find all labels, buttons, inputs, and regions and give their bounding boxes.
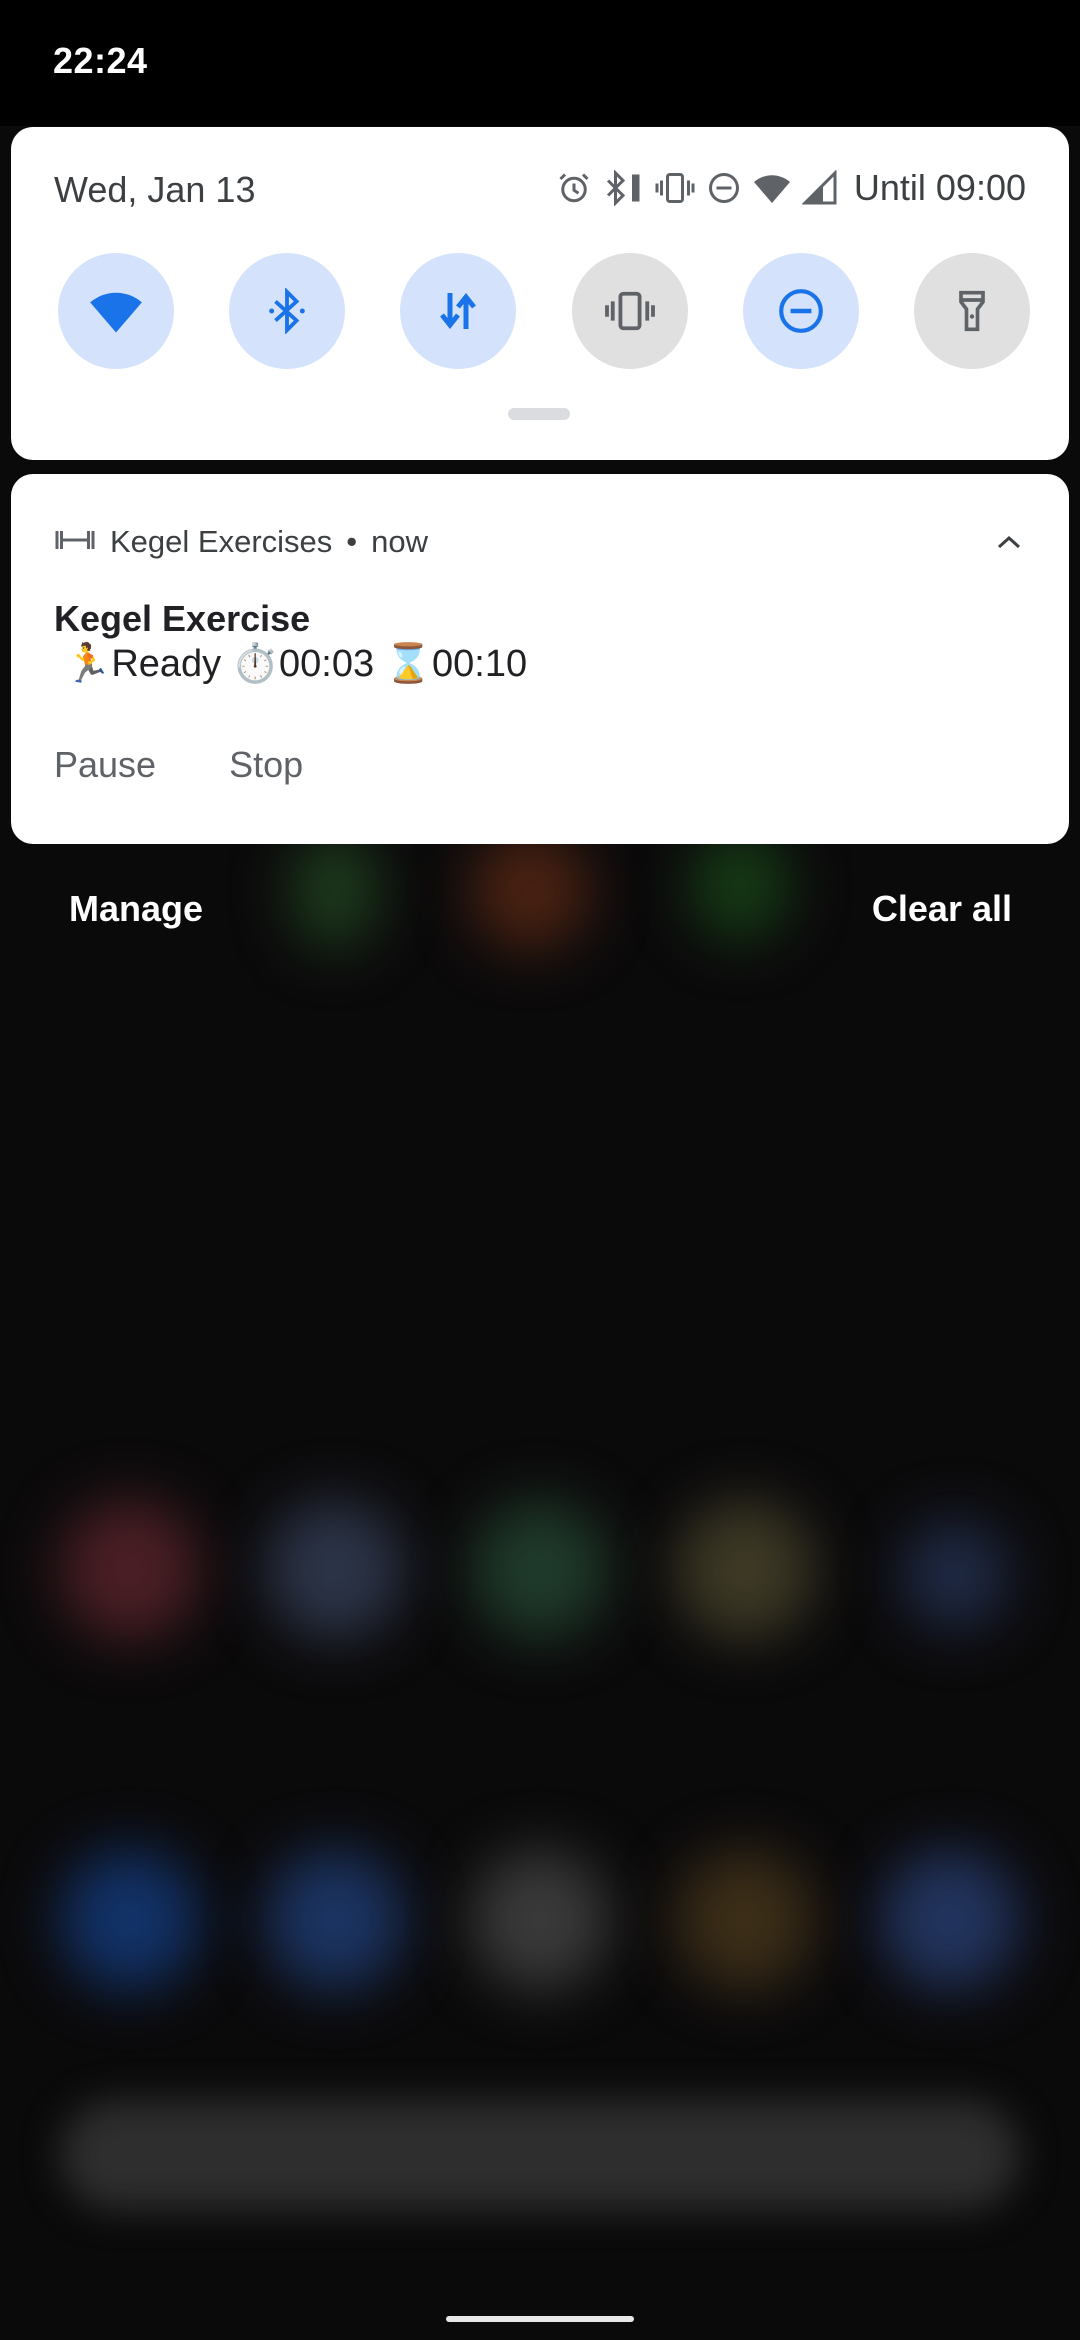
bluetooth-battery-icon xyxy=(602,170,644,206)
notification-text: 🏃Ready ⏱️00:03 ⌛00:10 xyxy=(64,643,528,685)
quick-settings-tiles xyxy=(58,253,1030,369)
notification-app-name: Kegel Exercises xyxy=(110,524,333,559)
chevron-up-icon xyxy=(997,535,1021,549)
notification-title: Kegel Exercise xyxy=(54,598,311,639)
status-clock: 22:24 xyxy=(53,40,148,81)
stop-button[interactable]: Stop xyxy=(229,744,303,786)
tile-do-not-disturb[interactable] xyxy=(742,253,859,369)
tile-wifi[interactable] xyxy=(58,253,174,369)
pause-button[interactable]: Pause xyxy=(54,744,156,786)
clear-all-button[interactable]: Clear all xyxy=(872,888,1012,930)
flashlight-icon xyxy=(959,290,985,332)
alarm-icon xyxy=(556,170,592,206)
wifi-icon xyxy=(752,170,792,206)
expand-handle[interactable] xyxy=(508,408,570,420)
dnd-icon xyxy=(706,170,742,206)
notification-actions: Pause Stop xyxy=(54,744,303,786)
bluetooth-icon xyxy=(269,288,306,334)
notification-time: now xyxy=(371,524,429,559)
vibrate-icon xyxy=(604,291,655,331)
qs-date[interactable]: Wed, Jan 13 xyxy=(54,169,255,211)
gesture-nav-handle[interactable] xyxy=(446,2316,634,2322)
dnd-until-label: Until 09:00 xyxy=(853,167,1026,208)
tile-mobile-data[interactable] xyxy=(400,253,517,369)
collapse-button[interactable] xyxy=(991,524,1027,560)
notification-card[interactable]: Kegel Exercises • now Kegel Exercise 🏃Re… xyxy=(11,474,1069,844)
status-bar: 22:24 xyxy=(0,0,1080,126)
wifi-icon xyxy=(90,292,142,333)
notification-header: Kegel Exercises • now xyxy=(54,522,428,562)
qs-status-icons: Until 09:00 xyxy=(556,165,1026,211)
manage-button[interactable]: Manage xyxy=(69,888,203,930)
vibrate-icon xyxy=(654,170,696,206)
data-transfer-icon xyxy=(440,292,477,330)
tile-flashlight[interactable] xyxy=(913,253,1030,369)
header-separator: • xyxy=(346,524,358,559)
dumbbell-icon xyxy=(54,525,96,560)
tile-bluetooth[interactable] xyxy=(229,253,346,369)
tile-vibrate[interactable] xyxy=(571,253,688,369)
quick-settings-panel: Wed, Jan 13 Until 09:00 xyxy=(11,127,1069,460)
dnd-icon xyxy=(778,289,823,333)
signal-icon xyxy=(801,170,838,206)
